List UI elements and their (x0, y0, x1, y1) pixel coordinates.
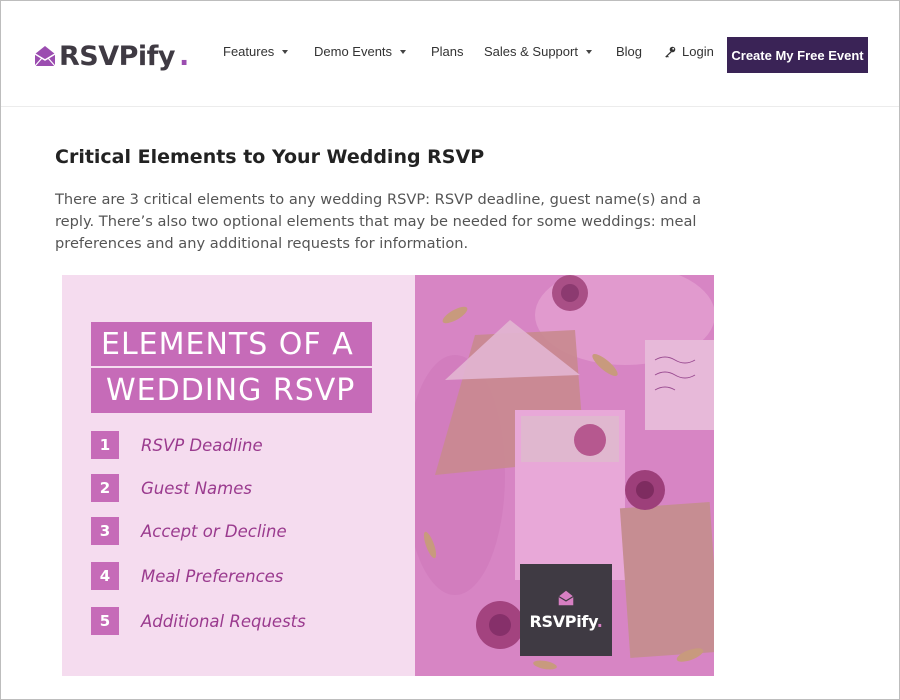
nav-item-label: Demo Events (314, 44, 393, 59)
step-number: 3 (91, 517, 119, 545)
rsvpify-badge: RSVPify. (520, 564, 612, 656)
brand-name: RSVPify (59, 40, 176, 72)
step-label: RSVP Deadline (141, 435, 263, 455)
nav-item-login[interactable]: Login (664, 44, 714, 59)
nav-item-plans[interactable]: Plans (431, 44, 464, 59)
brand-logo[interactable]: RSVPify. (34, 39, 189, 73)
badge-brand-label: RSVPify (529, 611, 597, 631)
step-label: Accept or Decline (141, 521, 287, 541)
step-number: 4 (91, 562, 119, 590)
create-free-event-button[interactable]: Create My Free Event (727, 37, 868, 73)
nav-item-label: Blog (616, 44, 643, 59)
step-label: Meal Preferences (141, 566, 284, 586)
step-label: Guest Names (141, 478, 252, 498)
rsvp-elements-infographic: ELEMENTS OF A WEDDING RSVP 1 RSVP Deadli… (62, 275, 714, 676)
nav-item-sales-support[interactable]: Sales & Support (484, 44, 592, 59)
nav-item-label: Features (223, 44, 275, 59)
step-number: 2 (91, 474, 119, 502)
step-label: Additional Requests (141, 611, 306, 631)
site-header: RSVPify. Features Demo Events Plans Sale… (1, 1, 899, 107)
envelope-house-icon (34, 46, 56, 67)
nav-item-label: Sales & Support (484, 44, 578, 59)
article-title: Critical Elements to Your Wedding RSVP (55, 146, 485, 168)
caret-down-icon (282, 49, 289, 54)
step-item: 5 Additional Requests (91, 606, 306, 636)
nav-item-label: Plans (431, 44, 464, 59)
step-number: 5 (91, 607, 119, 635)
infographic-text-panel: ELEMENTS OF A WEDDING RSVP 1 RSVP Deadli… (62, 275, 415, 676)
infographic-heading-line-2: WEDDING RSVP (91, 368, 372, 413)
step-number: 1 (91, 431, 119, 459)
badge-brand-dot: . (596, 611, 603, 631)
nav-item-features[interactable]: Features (223, 44, 289, 59)
infographic-heading-line-1: ELEMENTS OF A (91, 322, 372, 366)
envelope-house-icon (558, 590, 574, 605)
nav-item-demo-events[interactable]: Demo Events (314, 44, 407, 59)
badge-brand-name: RSVPify. (529, 612, 602, 631)
article-paragraph: There are 3 critical elements to any wed… (55, 191, 702, 252)
wedding-stationery-photo: RSVPify. (415, 275, 714, 676)
login-label: Login (682, 44, 714, 59)
nav-item-blog[interactable]: Blog (616, 44, 642, 59)
key-icon (665, 46, 676, 58)
step-item: 4 Meal Preferences (91, 561, 283, 591)
caret-down-icon (585, 49, 592, 54)
step-item: 1 RSVP Deadline (91, 430, 263, 460)
step-item: 2 Guest Names (91, 473, 252, 503)
step-item: 3 Accept or Decline (91, 516, 287, 546)
caret-down-icon (400, 49, 407, 54)
brand-dot: . (179, 40, 190, 72)
